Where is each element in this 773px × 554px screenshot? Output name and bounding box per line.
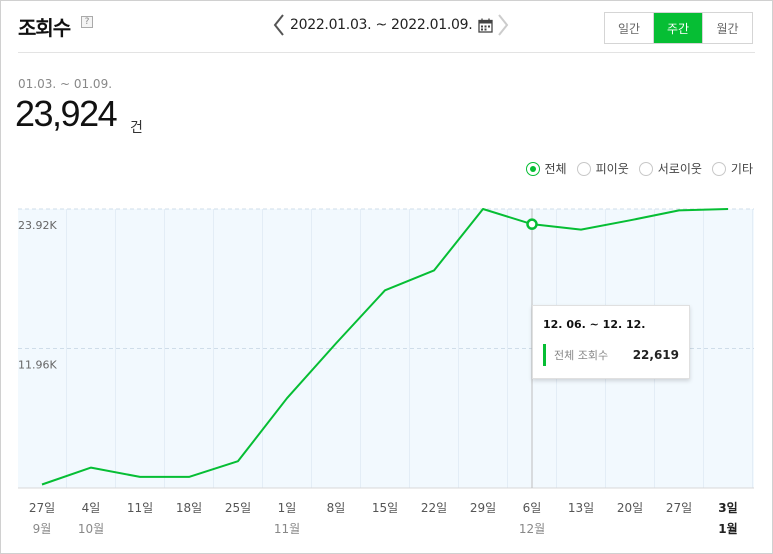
chart-tooltip: 12. 06. ~ 12. 12. 전체 조회수 22,619 [532,305,690,379]
summary-value: 23,924 [15,93,118,134]
period-tabs: 일간 주간 월간 [604,12,753,44]
radio-icon [525,161,540,176]
legend-label: 전체 [544,162,567,176]
legend-label: 서로이웃 [657,162,702,176]
x-tick-label: 29일 [470,501,496,515]
data-point [187,475,191,479]
data-point [138,475,142,479]
chevron-right-icon [498,14,509,36]
header-divider [18,52,755,53]
x-tick-label: 25일 [225,501,251,515]
summary-unit: 건 [130,120,143,136]
data-point [40,483,44,487]
data-point [285,396,289,400]
tooltip-title: 12. 06. ~ 12. 12. [543,318,646,331]
data-point [236,459,240,463]
chevron-left-icon [273,14,284,36]
help-icon[interactable]: ? [81,16,93,28]
x-month-label: 10월 [78,522,104,536]
legend: 전체 피이웃 서로이웃 기타 [516,160,753,177]
data-point [432,268,436,272]
x-tick-label: 11일 [127,501,153,515]
radio-icon [711,161,726,176]
prev-period-button[interactable] [270,12,288,38]
radio-icon [576,161,591,176]
data-point [334,341,338,345]
data-point [383,288,387,292]
legend-item-neighbor[interactable]: 피이웃 [576,160,629,177]
x-tick-label: 27일 [29,501,55,515]
tab-monthly[interactable]: 월간 [703,13,752,43]
x-tick-label: 22일 [421,501,447,515]
y-tick-label: 23.92K [18,219,57,232]
x-month-label: 9월 [33,522,52,536]
x-tick-label: 20일 [617,501,643,515]
x-month-label: 12월 [519,522,545,536]
data-point [579,228,583,232]
legend-item-mutual-neighbor[interactable]: 서로이웃 [638,160,702,177]
tooltip-value: 22,619 [632,348,679,362]
x-month-label: 11월 [274,522,300,536]
tooltip-row: 전체 조회수 22,619 [543,344,679,366]
page-title: 조회수 [18,16,71,40]
x-tick-label: 4일 [82,501,101,515]
x-tick-label: 13일 [568,501,594,515]
legend-item-other[interactable]: 기타 [711,160,753,177]
data-point [726,207,730,211]
x-tick-label: 1일 [278,501,297,515]
calendar-icon [478,18,493,33]
legend-label: 기타 [730,162,753,176]
x-tick-label: 18일 [176,501,202,515]
highlight-point [526,218,538,230]
x-tick-label: 27일 [666,501,692,515]
x-tick-label: 8일 [327,501,346,515]
x-tick-label: 15일 [372,501,398,515]
tab-daily[interactable]: 일간 [605,13,654,43]
x-tick-label: 3일 [718,501,737,515]
y-tick-label: 11.96K [18,359,57,372]
legend-item-all[interactable]: 전체 [525,160,567,177]
x-tick-label: 6일 [523,501,542,515]
data-point [481,207,485,211]
data-point [628,218,632,222]
tooltip-label: 전체 조회수 [554,349,609,362]
data-point [89,466,93,470]
legend-label: 피이웃 [595,162,629,176]
date-navigator: 2022.01.03. ~ 2022.01.09. [270,12,512,38]
calendar-button[interactable] [476,12,494,38]
next-period-button[interactable] [494,12,512,38]
summary-range: 01.03. ~ 01.09. [18,77,113,91]
data-point [677,208,681,212]
x-month-label: 1월 [718,521,737,536]
tooltip-series-marker [543,344,546,366]
radio-icon [638,161,653,176]
date-range-label: 2022.01.03. ~ 2022.01.09. [290,17,473,33]
tab-weekly[interactable]: 주간 [654,13,703,43]
